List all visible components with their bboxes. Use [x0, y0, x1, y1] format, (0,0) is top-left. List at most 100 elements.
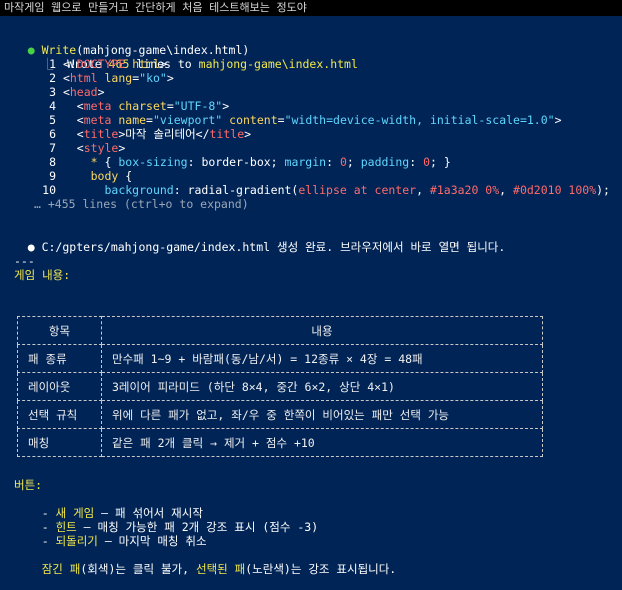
code-token: html [125, 57, 160, 71]
table-cell: 선택 규칙 [17, 400, 102, 429]
table-row: 레이아웃 3레이어 피라미드 (하단 8×4, 중간 6×2, 상단 4×1) [17, 372, 543, 401]
code-token: "width=device-width, initial-scale=1.0" [284, 113, 555, 127]
code-token: > [159, 57, 167, 71]
code-token: title [83, 127, 119, 141]
code-token: ; } [430, 155, 451, 169]
line-number: 6 [49, 127, 56, 141]
code-line: 8 * { box-sizing: border-box; margin: 0;… [0, 155, 451, 169]
code-line: 2 <html lang="ko"> [0, 71, 174, 85]
code-token: ); [596, 183, 610, 197]
code-token: padding [360, 155, 410, 169]
line-number: 8 [49, 155, 56, 169]
code-line: 9 body { [0, 169, 132, 183]
code-token: #1a3a20 0% [429, 183, 500, 197]
code-token: 0 [339, 155, 347, 169]
line-number: 10 [42, 183, 56, 197]
code-token: < [62, 71, 70, 85]
window-title-bar: 마작게임 웹으로 만들거고 간단하게 처음 테스트해보는 정도야 [0, 0, 622, 16]
bullet-icon: ● [27, 240, 35, 254]
code-token: < [62, 113, 84, 127]
code-token: > [97, 85, 105, 99]
table-cell: 같은 패 2개 클릭 → 제거 + 점수 +10 [101, 428, 543, 457]
code-line: 1 <!DOCTYPE html> [0, 57, 167, 71]
table-cell: 위에 다른 패가 없고, 좌/우 중 한쪽이 비어있는 패만 선택 가능 [101, 400, 543, 429]
game-heading: 게임 내용: [14, 268, 71, 282]
table-header-row: 항목 내용 [17, 316, 543, 345]
code-token: ellipse at center [298, 183, 417, 197]
code-token: > [118, 141, 126, 155]
separator: --- [14, 254, 35, 268]
file-path[interactable]: C:/gpters/mahjong-game/index.html [42, 240, 270, 254]
code-token: > [554, 113, 562, 127]
table-header-cell: 내용 [101, 316, 543, 345]
status-line: ● C:/gpters/mahjong-game/index.html 생성 완… [27, 240, 506, 254]
code-token: content [222, 113, 278, 127]
code-token: : [409, 155, 424, 169]
code-token: head [69, 85, 98, 99]
expand-hint[interactable]: … +455 lines (ctrl+o to expand) [34, 197, 249, 211]
code-token: : radial-gradient( [173, 183, 299, 197]
code-token: = [146, 113, 153, 127]
code-token: name [111, 113, 147, 127]
code-token: <! [62, 57, 77, 71]
table-header-cell: 항목 [17, 316, 102, 345]
code-token: , [416, 183, 430, 197]
line-number: 5 [49, 113, 56, 127]
footer-note: 잠긴 패(회색)는 클릭 불가, 선택된 패(노란색)는 강조 표시됩니다. [41, 562, 397, 576]
buttons-heading: 버튼: [14, 478, 43, 492]
table-row: 선택 규칙 위에 다른 패가 없고, 좌/우 중 한쪽이 비어있는 패만 선택 … [17, 400, 543, 429]
code-token: charset [111, 99, 167, 113]
code-token: background [104, 183, 174, 197]
code-token: 0 [423, 155, 430, 169]
code-line: 10 background: radial-gradient(ellipse a… [0, 183, 610, 197]
code-token: style [83, 141, 119, 155]
code-token: { [104, 155, 119, 169]
line-number: 9 [49, 169, 56, 183]
line-number: 3 [49, 85, 56, 99]
code-token: "viewport" [152, 113, 223, 127]
code-token: box-sizing [118, 155, 188, 169]
code-token: "ko" [139, 71, 167, 85]
code-token: : border-box; [187, 155, 285, 169]
table-cell: 레이아웃 [17, 372, 102, 401]
code-token: > [222, 99, 230, 113]
code-token: >마작 솔리테어</ [118, 127, 210, 141]
table-cell: 패 종류 [17, 344, 102, 373]
code-token: margin [284, 155, 327, 169]
code-token: = [166, 99, 174, 113]
code-line: 5 <meta name="viewport" content="width=d… [0, 113, 562, 127]
code-token: html [69, 71, 98, 85]
table-cell: 매칭 [17, 428, 102, 457]
code-token: * [62, 155, 105, 169]
code-token: { [118, 169, 133, 183]
button-name-undo: 되돌리기 [55, 534, 98, 548]
table-cell: 3레이어 피라미드 (하단 8×4, 중간 6×2, 상단 4×1) [101, 372, 543, 401]
table-cell: 만수패 1~9 + 바람패(동/남/서) = 12종류 × 4장 = 48패 [101, 344, 543, 373]
code-token: < [62, 85, 70, 99]
line-number: 4 [49, 99, 56, 113]
code-token: #0d2010 100% [513, 183, 597, 197]
code-token: < [62, 99, 84, 113]
code-token: > [166, 71, 174, 85]
code-token: < [62, 141, 84, 155]
table-row: 매칭 같은 패 2개 클릭 → 제거 + 점수 +10 [17, 428, 543, 457]
code-token: > [244, 127, 252, 141]
code-token: < [62, 127, 84, 141]
line-number: 1 [49, 57, 56, 71]
code-line: 6 <title>마작 솔리테어</title> [0, 127, 251, 141]
line-number: 7 [49, 141, 56, 155]
line-number: 2 [49, 71, 56, 85]
code-token: "UTF-8" [173, 99, 223, 113]
code-line: 7 <style> [0, 141, 125, 155]
code-line: 4 <meta charset="UTF-8"> [0, 99, 229, 113]
game-info-table: 항목 내용 패 종류 만수패 1~9 + 바람패(동/남/서) = 12종류 ×… [17, 316, 543, 457]
code-token: lang [97, 71, 133, 85]
code-line: 3 <head> [0, 85, 105, 99]
code-token: ; [346, 155, 361, 169]
code-token: meta [83, 99, 112, 113]
code-token: = [277, 113, 285, 127]
code-token: DOCTYPE [76, 57, 126, 71]
code-token: meta [83, 113, 112, 127]
window-title: 마작게임 웹으로 만들거고 간단하게 처음 테스트해보는 정도야 [4, 1, 307, 14]
